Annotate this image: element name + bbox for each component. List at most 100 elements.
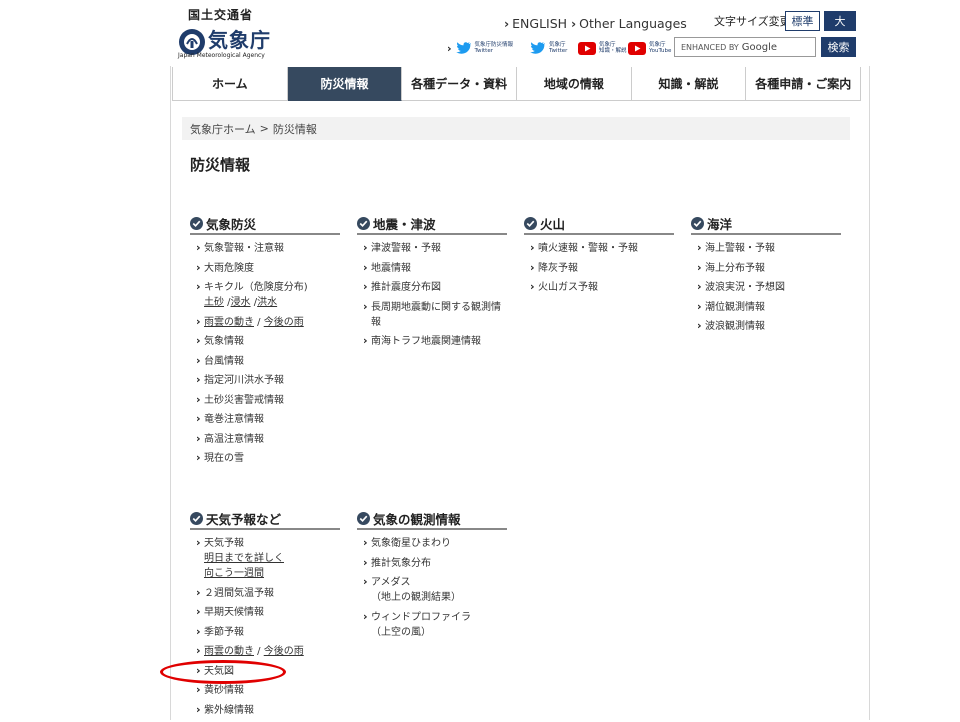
link-kaijo-keiho[interactable]: 海上警報・予報 xyxy=(691,240,841,256)
nav-tab-application[interactable]: 各種申請・ご案内 xyxy=(746,67,862,101)
link-kazan-gas[interactable]: 火山ガス予報 xyxy=(524,279,674,295)
nav-tab-knowledge[interactable]: 知識・解説 xyxy=(631,67,747,101)
link-soki-tenko[interactable]: 早期天候情報 xyxy=(190,604,340,620)
list-item-amagumo: 雨雲の動き / 今後の雨 xyxy=(190,314,340,330)
check-circle-icon xyxy=(190,216,203,230)
font-size-large-button[interactable]: 大 xyxy=(824,11,856,31)
nav-tab-data[interactable]: 各種データ・資料 xyxy=(402,67,518,101)
english-link[interactable]: › ENGLISH xyxy=(504,16,567,31)
chevron-right-icon: › xyxy=(571,16,577,31)
link-keiho[interactable]: 気象警報・注意報 xyxy=(190,240,340,256)
link-kikikuru-dosha[interactable]: 土砂 xyxy=(204,297,224,308)
link-ashita-made[interactable]: 明日までを詳しく xyxy=(204,551,340,566)
section-jishin-tsunami: 地震・津波 津波警報・予報 地震情報 推計震度分布図 長周期地震動に関する観測情… xyxy=(357,213,507,354)
link-kongo-no-ame[interactable]: 今後の雨 xyxy=(264,646,304,657)
link-tsunami[interactable]: 津波警報・予報 xyxy=(357,240,507,256)
google-brand-text: Google xyxy=(741,41,778,53)
link-tatsumaki[interactable]: 竜巻注意情報 xyxy=(190,411,340,427)
section-title: 地震・津波 xyxy=(373,216,436,232)
link-choshuki[interactable]: 長周期地震動に関する観測情報 xyxy=(357,299,507,330)
link-kikikuru[interactable]: キキクル（危険度分布) xyxy=(204,282,308,293)
link-2shukan[interactable]: ２週間気温予報 xyxy=(190,585,340,601)
section-title: 気象の観測情報 xyxy=(373,511,461,527)
link-nankai[interactable]: 南海トラフ地震関連情報 xyxy=(357,333,507,349)
link-dosha-keikai[interactable]: 土砂災害警戒情報 xyxy=(190,392,340,408)
chevron-right-icon: › xyxy=(447,41,452,55)
breadcrumb-home-link[interactable]: 気象庁ホーム xyxy=(190,121,256,137)
link-wind-profiler[interactable]: ウィンドプロファイラ xyxy=(371,612,471,623)
link-genzai-yuki[interactable]: 現在の雪 xyxy=(190,450,340,466)
nav-tab-bousai[interactable]: 防災情報 xyxy=(287,67,403,101)
link-list: 天気予報 明日までを詳しく 向こう一週間 ２週間気温予報 早期天候情報 季節予報… xyxy=(190,535,340,718)
link-haro-jikkyo[interactable]: 波浪実況・予想図 xyxy=(691,279,841,295)
youtube-icon xyxy=(628,41,646,55)
link-isshukan[interactable]: 向こう一週間 xyxy=(204,566,340,581)
sns-jma-twitter-link[interactable]: 気象庁 Twitter xyxy=(530,40,567,56)
section-title: 気象防災 xyxy=(206,216,257,232)
link-kaijo-bunpu[interactable]: 海上分布予報 xyxy=(691,260,841,276)
link-kikikuru-shinsui[interactable]: 浸水 xyxy=(231,297,251,308)
link-funka[interactable]: 噴火速報・警報・予報 xyxy=(524,240,674,256)
other-languages-link[interactable]: › Other Languages xyxy=(571,16,687,31)
sns-jma-youtube-knowledge-link[interactable]: 気象庁 知識・解説 xyxy=(578,40,627,56)
sns-caption-sub: Twitter xyxy=(549,48,568,54)
link-kosa[interactable]: 黄砂情報 xyxy=(190,682,340,698)
search-input[interactable]: ENHANCED BY Google xyxy=(674,37,816,57)
check-circle-icon xyxy=(357,216,370,230)
link-haro-kansoku[interactable]: 波浪観測情報 xyxy=(691,318,841,334)
link-ooame-kikendo[interactable]: 大雨危険度 xyxy=(190,260,340,276)
left-frame-border xyxy=(170,66,171,720)
amedas-note: （地上の観測結果） xyxy=(371,592,461,603)
link-taifu[interactable]: 台風情報 xyxy=(190,353,340,369)
section-tenki: 天気予報など 天気予報 明日までを詳しく 向こう一週間 ２週間気温予報 早期天候… xyxy=(190,508,340,722)
check-circle-icon xyxy=(524,216,537,230)
section-title: 火山 xyxy=(540,216,566,232)
link-kasen-kozui[interactable]: 指定河川洪水予報 xyxy=(190,372,340,388)
nav-tab-region[interactable]: 地域の情報 xyxy=(517,67,632,101)
section-kisho-bousai: 気象防災 気象警報・注意報 大雨危険度 キキクル（危険度分布) 土砂 /浸水 /… xyxy=(190,213,340,471)
link-koon[interactable]: 高温注意情報 xyxy=(190,431,340,447)
agency-name-en: Japan Meteorological Agency xyxy=(178,52,265,59)
breadcrumb-current: 防災情報 xyxy=(272,122,317,136)
link-list: 津波警報・予報 地震情報 推計震度分布図 長周期地震動に関する観測情報 南海トラ… xyxy=(357,240,507,349)
link-jishin-joho[interactable]: 地震情報 xyxy=(357,260,507,276)
page-title: 防災情報 xyxy=(190,156,251,174)
search-button[interactable]: 検索 xyxy=(821,37,856,57)
link-suikei-shindo[interactable]: 推計震度分布図 xyxy=(357,279,507,295)
breadcrumb-separator: > xyxy=(259,122,269,135)
link-suikei-kisho[interactable]: 推計気象分布 xyxy=(357,555,507,571)
global-nav: ホーム 防災情報 各種データ・資料 地域の情報 知識・解説 各種申請・ご案内 xyxy=(172,67,862,101)
link-amedas[interactable]: アメダス xyxy=(371,577,411,588)
check-circle-icon xyxy=(357,511,370,525)
link-tenki-yoho[interactable]: 天気予報 xyxy=(204,538,244,549)
link-kisetsu[interactable]: 季節予報 xyxy=(190,624,340,640)
section-kansoku: 気象の観測情報 気象衛星ひまわり 推計気象分布 アメダス （地上の観測結果） ウ… xyxy=(357,508,507,644)
font-size-standard-button[interactable]: 標準 xyxy=(785,11,820,31)
section-kaiyo: 海洋 海上警報・予報 海上分布予報 波浪実況・予想図 潮位観測情報 波浪観測情報 xyxy=(691,213,841,339)
breadcrumb: 気象庁ホーム > 防災情報 xyxy=(182,117,850,140)
jma-logo[interactable]: 国土交通省 気象庁 Japan Meteorological Agency xyxy=(178,6,278,61)
wind-profiler-note: （上空の風） xyxy=(371,626,431,638)
sns-bousai-twitter-link[interactable]: › 気象庁防災情報 Twitter xyxy=(447,40,513,56)
link-list: 海上警報・予報 海上分布予報 波浪実況・予想図 潮位観測情報 波浪観測情報 xyxy=(691,240,841,334)
link-amagumo[interactable]: 雨雲の動き xyxy=(204,646,254,657)
twitter-icon xyxy=(455,42,471,54)
nav-tab-home[interactable]: ホーム xyxy=(173,67,288,101)
highlight-ellipse-annotation xyxy=(160,660,286,684)
list-item-kikikuru: キキクル（危険度分布) 土砂 /浸水 /洪水 xyxy=(190,279,340,310)
list-item-amedas: アメダス （地上の観測結果） xyxy=(357,574,507,605)
sns-jma-youtube-link[interactable]: 気象庁 YouTube xyxy=(628,40,671,56)
link-kikikuru-kozui[interactable]: 洪水 xyxy=(257,297,277,308)
font-size-label: 文字サイズ変更 xyxy=(714,15,791,28)
link-choi[interactable]: 潮位観測情報 xyxy=(691,299,841,315)
section-title: 海洋 xyxy=(707,216,733,232)
twitter-icon xyxy=(530,42,545,54)
search-placeholder-prefix: ENHANCED BY xyxy=(681,42,739,52)
link-shigaisen[interactable]: 紫外線情報 xyxy=(190,702,340,718)
link-kisho-joho[interactable]: 気象情報 xyxy=(190,333,340,349)
link-kohai[interactable]: 降灰予報 xyxy=(524,260,674,276)
sns-caption-sub: 知識・解説 xyxy=(599,48,627,54)
link-kongo-no-ame[interactable]: 今後の雨 xyxy=(264,317,304,328)
link-himawari[interactable]: 気象衛星ひまわり xyxy=(357,535,507,551)
link-amagumo[interactable]: 雨雲の動き xyxy=(204,317,254,328)
